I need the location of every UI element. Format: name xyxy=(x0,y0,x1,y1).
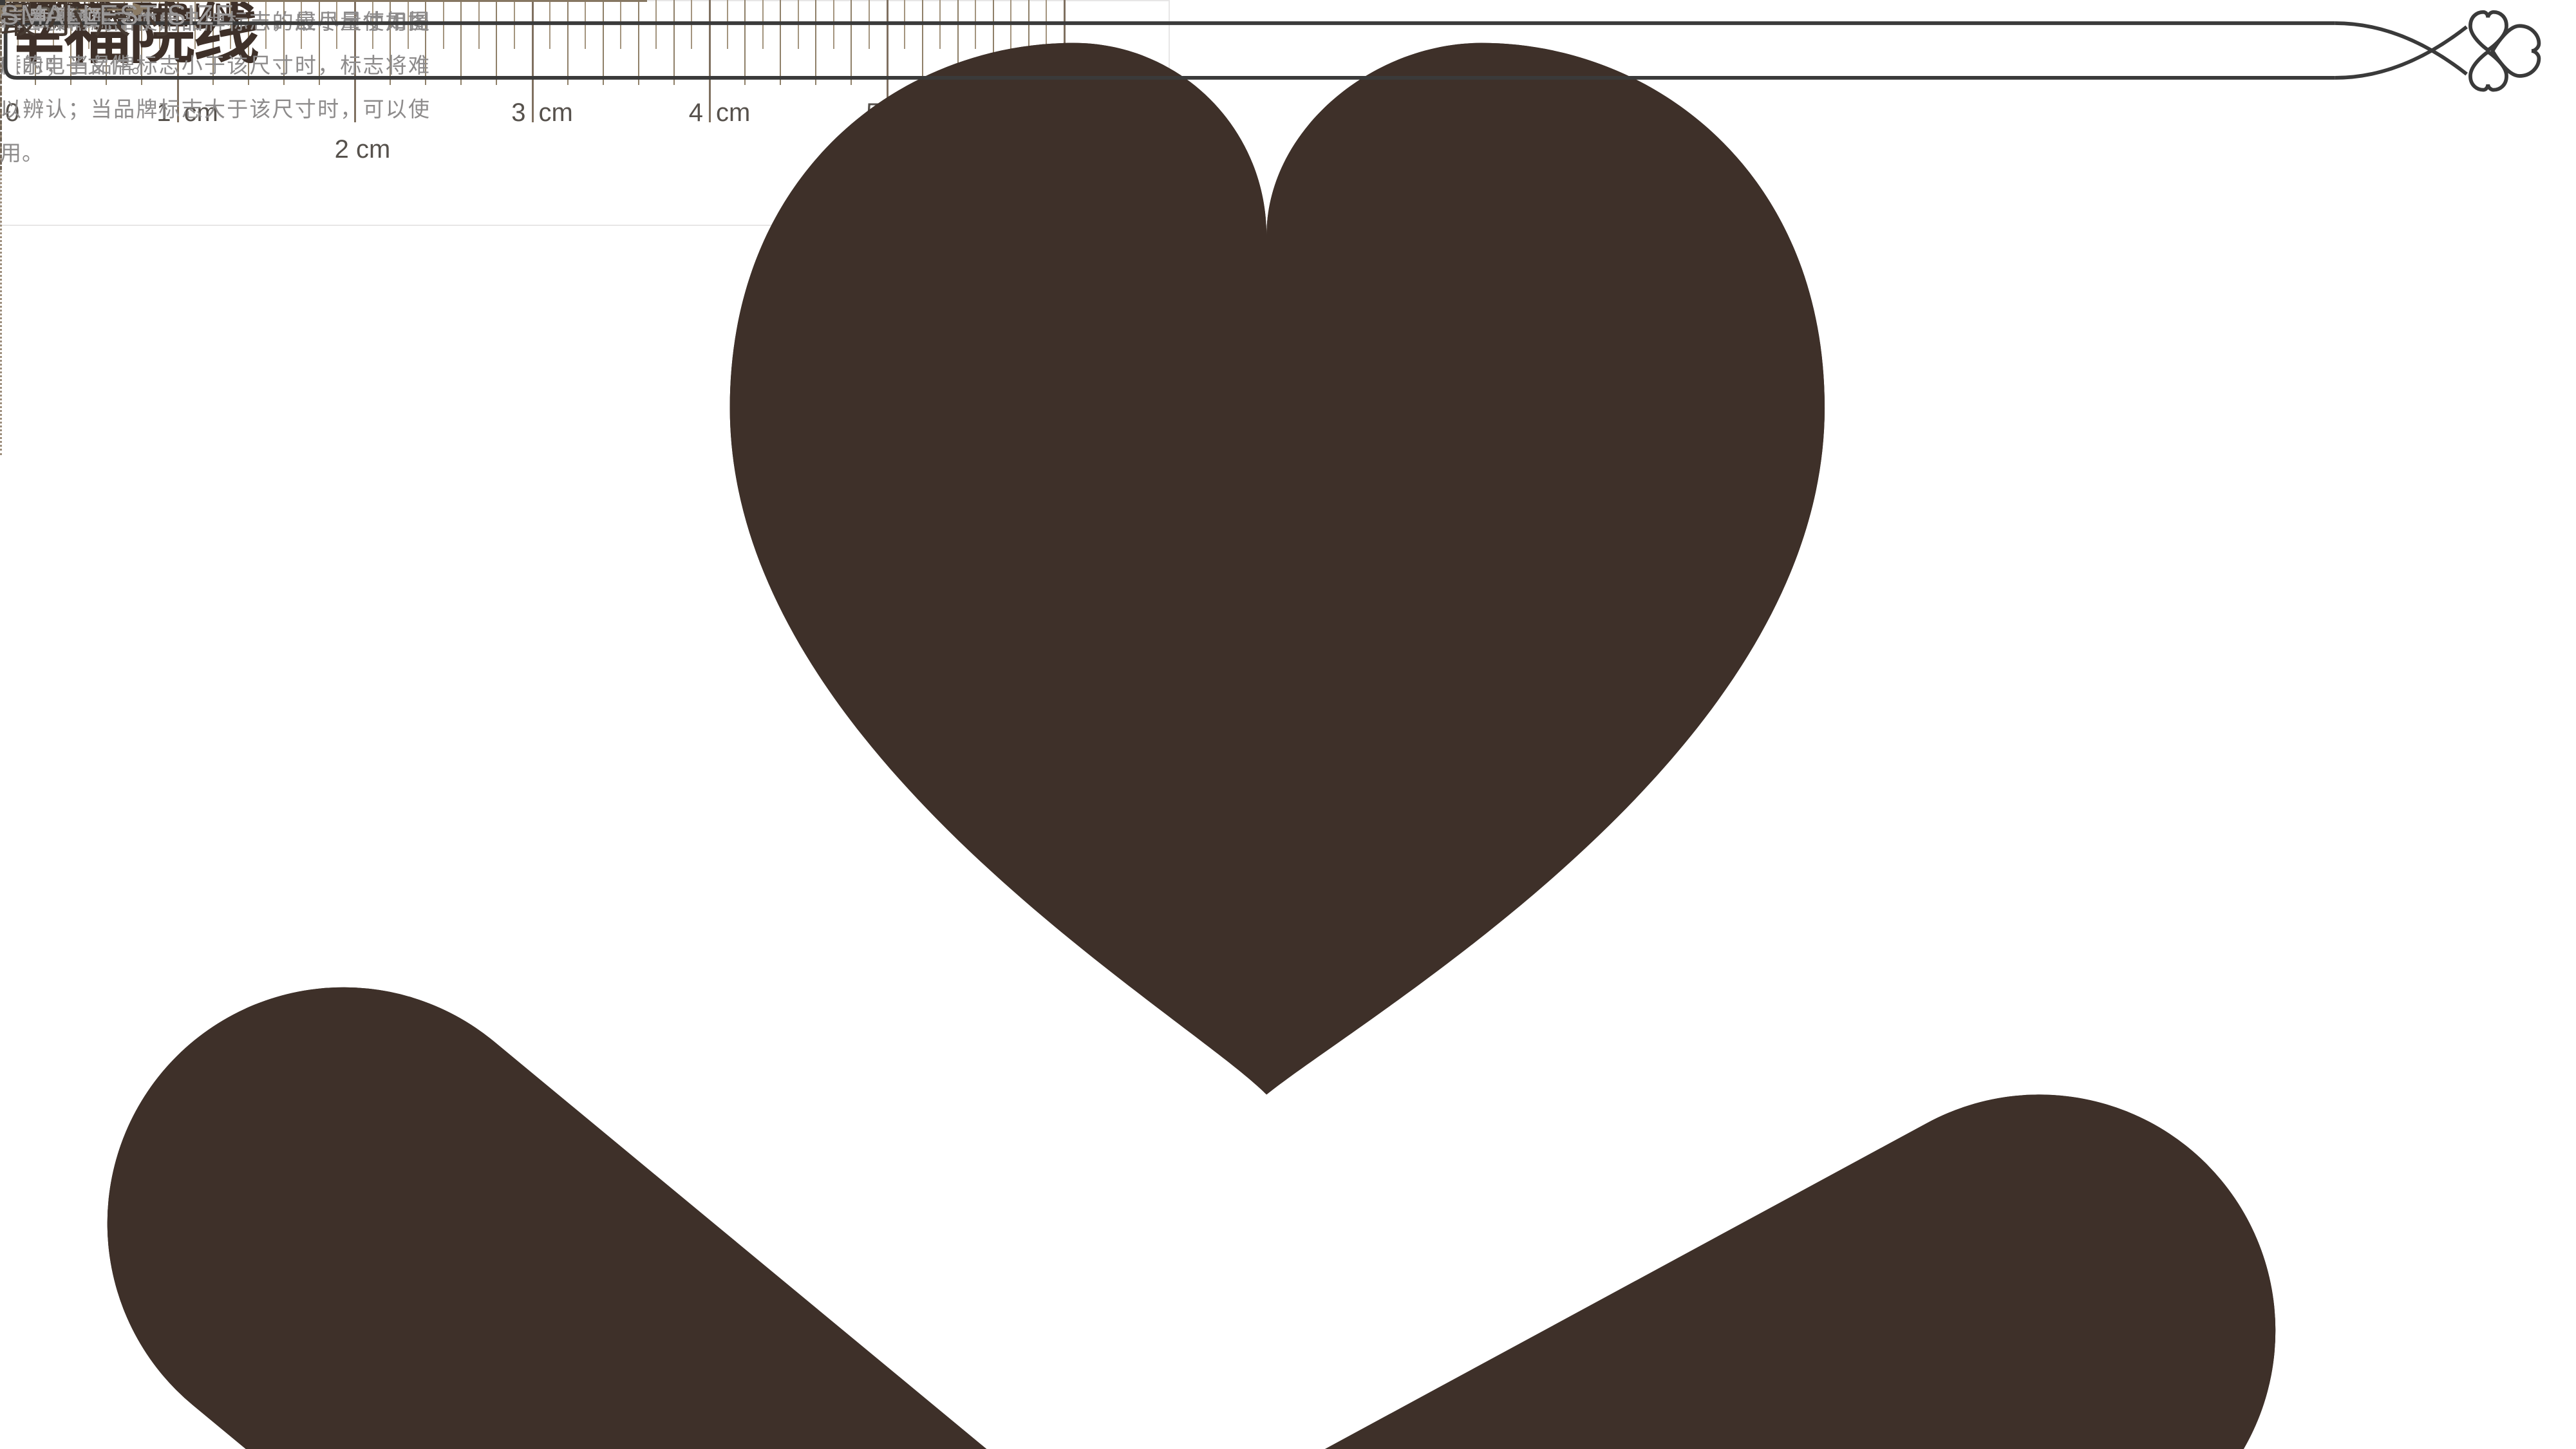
header-rule-with-clover xyxy=(0,0,2576,102)
page-title-en: SMALLEST SIZE xyxy=(0,0,235,31)
header-long-box xyxy=(6,23,2335,78)
logo-mark-small xyxy=(0,0,2576,1449)
header-right-box xyxy=(0,0,5,5)
brand-guideline-page: 幸福院线 HAPPY THEATER LINE 最小尺寸 SMALLEST SI… xyxy=(0,0,2576,1449)
heart-icon xyxy=(730,43,1825,1095)
